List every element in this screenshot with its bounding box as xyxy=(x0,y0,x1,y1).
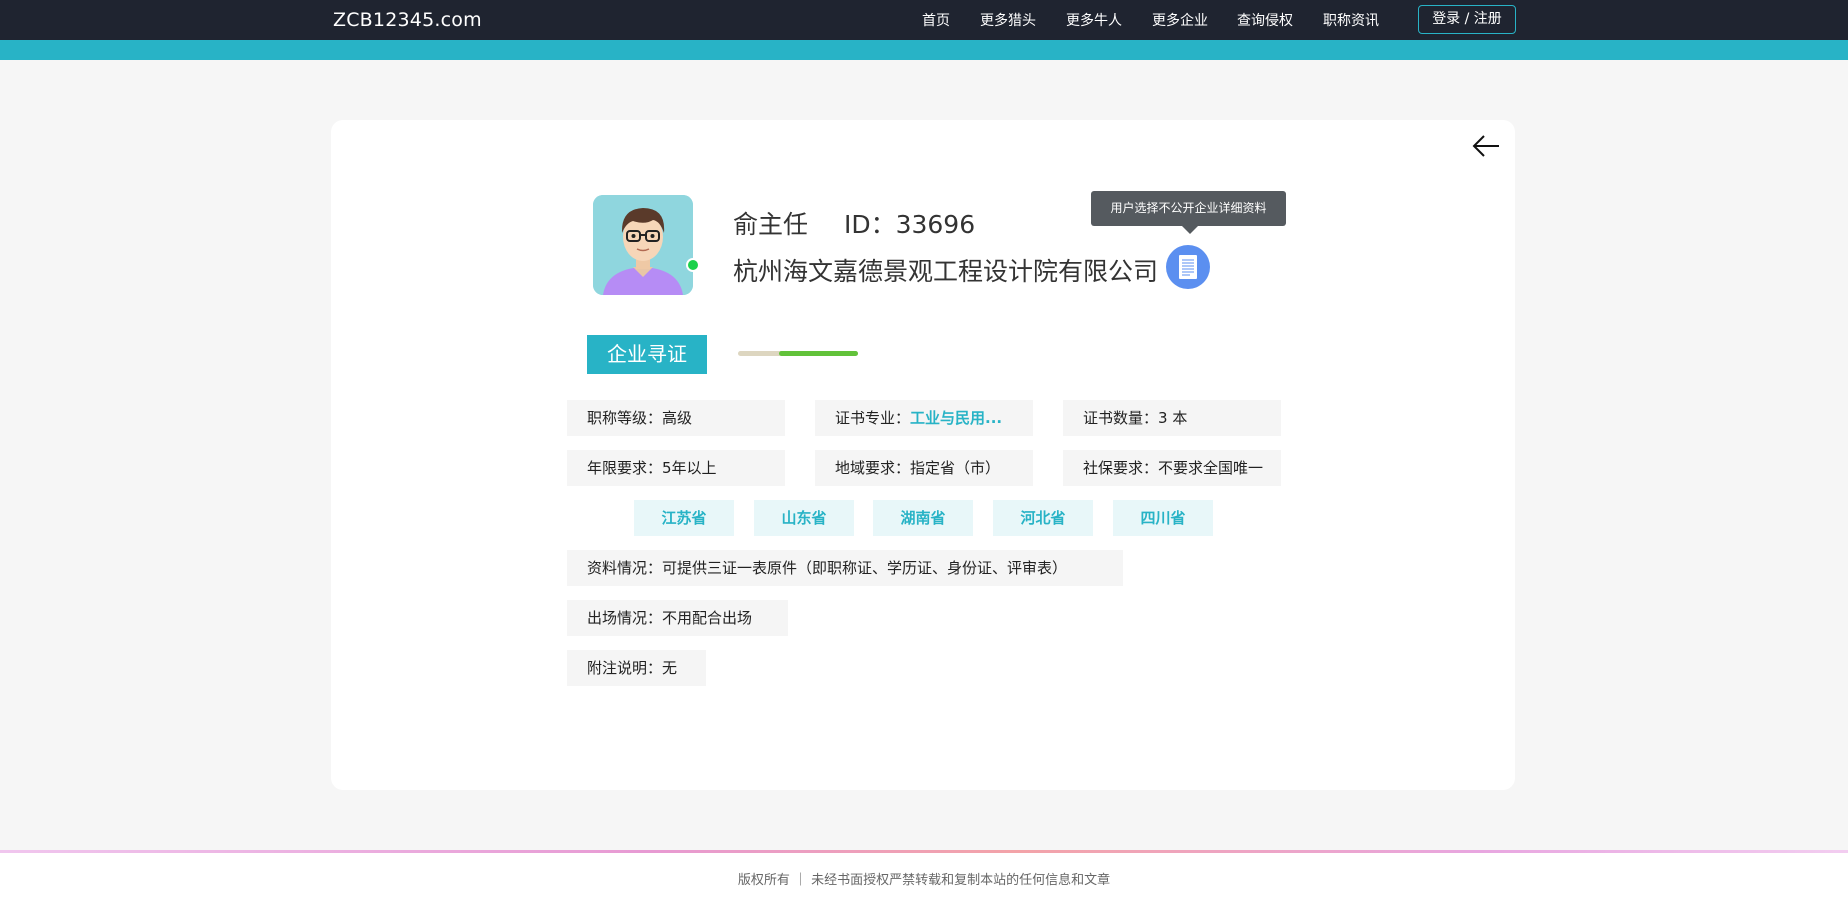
contact-name: 俞主任 xyxy=(733,210,809,239)
field-cert-major: 证书专业：工业与民用... xyxy=(815,400,1033,436)
site-logo[interactable]: ZCB12345.com xyxy=(333,9,482,31)
field-attendance: 出场情况：不用配合出场 xyxy=(567,600,788,636)
nav-check-infringement[interactable]: 查询侵权 xyxy=(1237,10,1293,30)
enterprise-seeking-tag: 企业寻证 xyxy=(587,335,707,374)
province-tag: 山东省 xyxy=(754,500,854,536)
online-status-dot xyxy=(686,258,700,272)
nav-more-talents[interactable]: 更多牛人 xyxy=(1066,10,1122,30)
document-icon[interactable] xyxy=(1166,245,1210,289)
field-social-security: 社保要求：不要求全国唯一 xyxy=(1063,450,1281,486)
avatar xyxy=(593,195,693,295)
field-notes: 附注说明：无 xyxy=(567,650,706,686)
province-tag: 江苏省 xyxy=(634,500,734,536)
privacy-tooltip: 用户选择不公开企业详细资料 xyxy=(1091,191,1286,234)
accent-strip xyxy=(0,40,1848,60)
contact-name-line: 俞主任 ID：33696 xyxy=(733,205,975,241)
field-title-level: 职称等级：高级 xyxy=(567,400,785,436)
login-register-button[interactable]: 登录 / 注册 xyxy=(1418,5,1516,34)
avatar-illustration-icon xyxy=(593,195,693,295)
nav-more-companies[interactable]: 更多企业 xyxy=(1152,10,1208,30)
province-tag: 湖南省 xyxy=(873,500,973,536)
province-tag: 河北省 xyxy=(993,500,1093,536)
field-documents: 资料情况：可提供三证一表原件（即职称证、学历证、身份证、评审表） xyxy=(567,550,1123,586)
nav-title-news[interactable]: 职称资讯 xyxy=(1323,10,1379,30)
progress-bar xyxy=(738,351,858,356)
cert-major-link[interactable]: 工业与民用... xyxy=(910,409,1002,427)
province-tag: 四川省 xyxy=(1113,500,1213,536)
footer-copyright: 版权所有 ｜ 未经书面授权严禁转载和复制本站的任何信息和文章 xyxy=(737,873,1111,888)
field-cert-count: 证书数量：3 本 xyxy=(1063,400,1281,436)
company-name: 杭州海文嘉德景观工程设计院有限公司 xyxy=(733,257,1159,286)
field-region: 地域要求：指定省（市） xyxy=(815,450,1033,486)
nav-home[interactable]: 首页 xyxy=(922,10,950,30)
progress-fill xyxy=(779,351,858,356)
field-years: 年限要求：5年以上 xyxy=(567,450,785,486)
contact-id: ID：33696 xyxy=(843,210,976,239)
nav-more-headhunters[interactable]: 更多猎头 xyxy=(980,10,1036,30)
back-arrow-icon[interactable] xyxy=(1471,133,1501,159)
